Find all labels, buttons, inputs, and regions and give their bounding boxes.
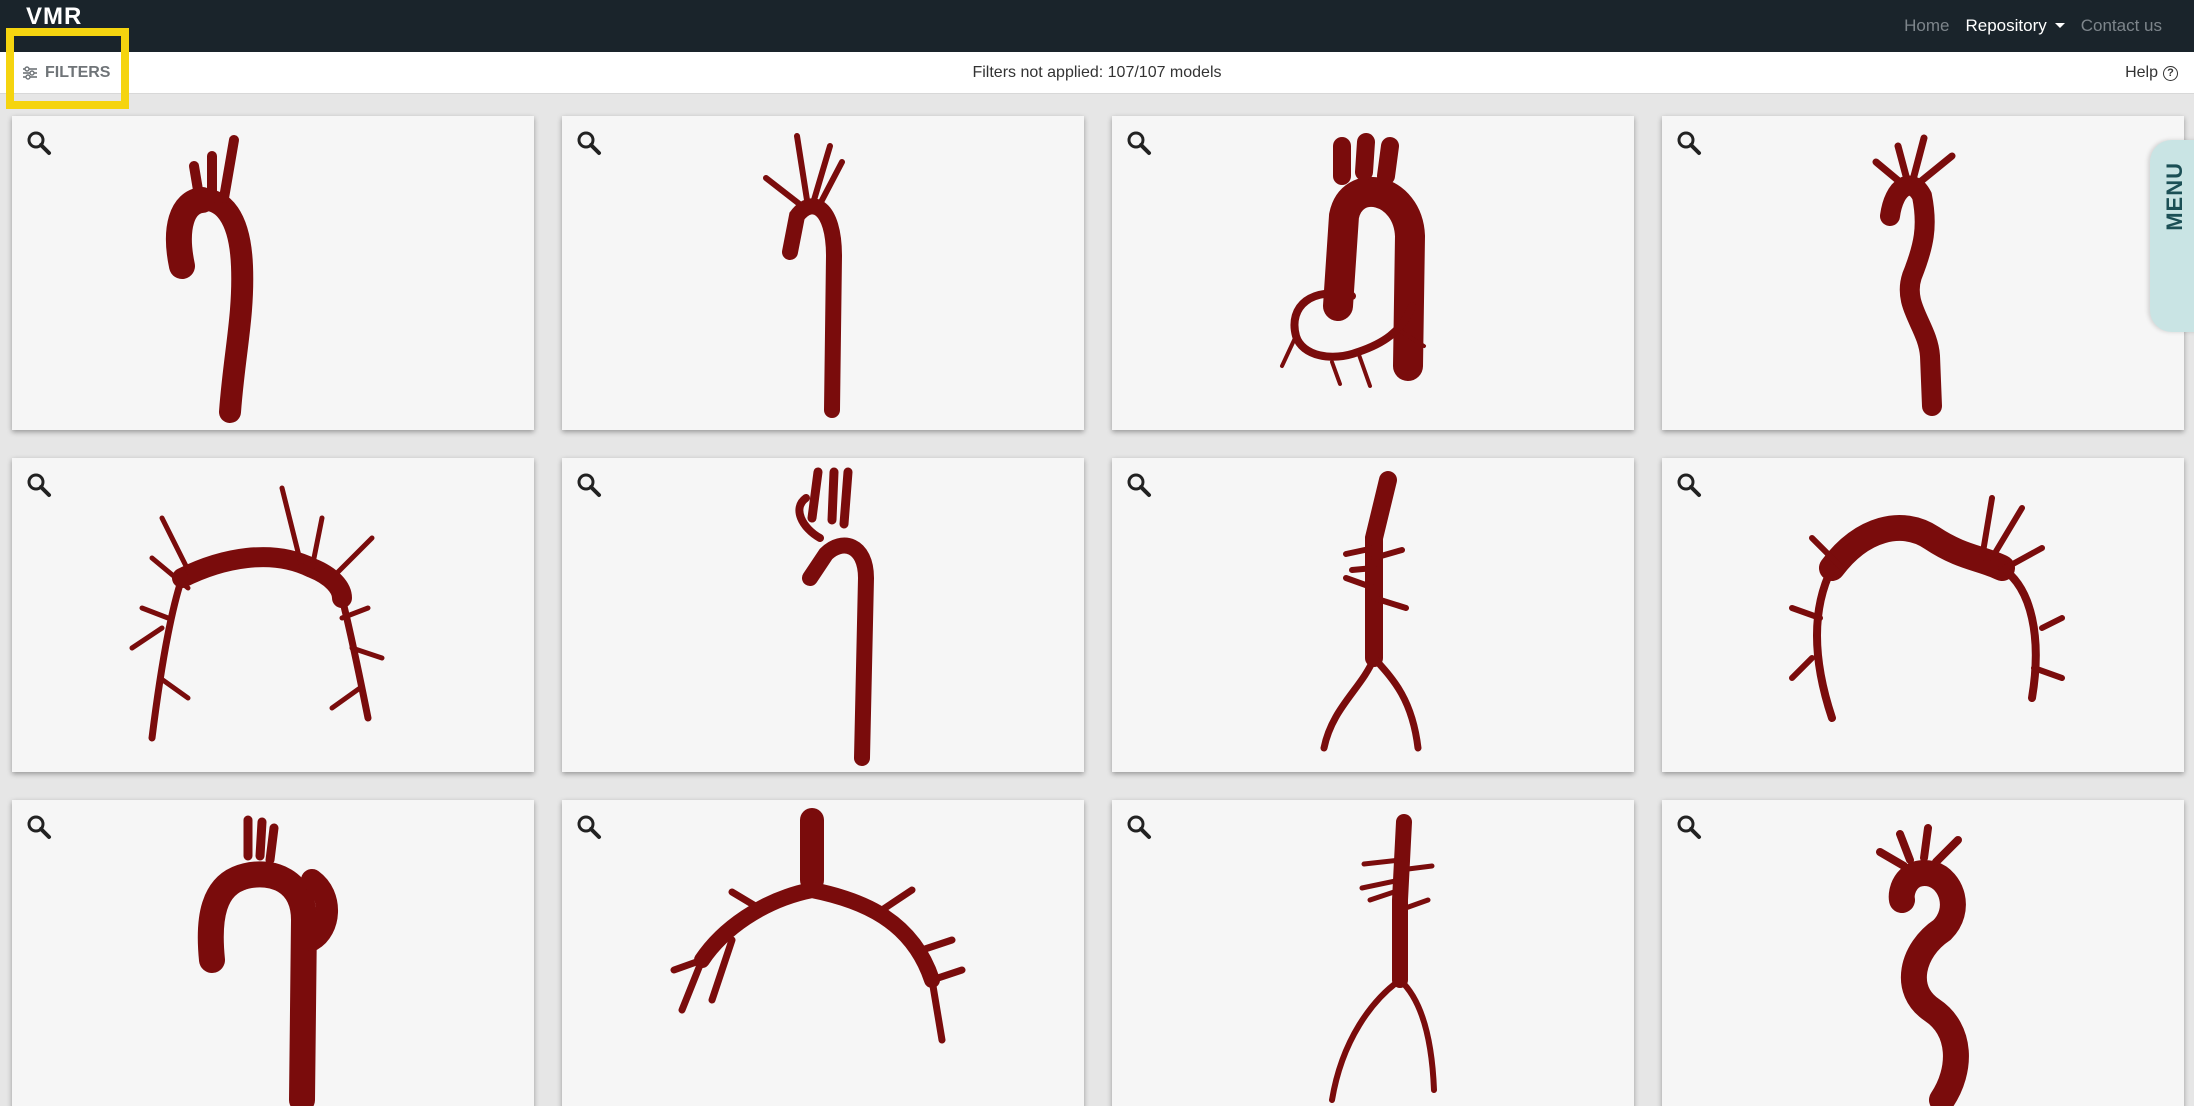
abdominal-aorta-model xyxy=(1320,471,1422,752)
filter-bar: FILTERS Filters not applied: 107/107 mod… xyxy=(0,52,2194,94)
model-card[interactable] xyxy=(562,116,1084,430)
menu-tab[interactable]: MENU xyxy=(2150,140,2194,332)
aortic-arch-model xyxy=(795,467,875,766)
model-card[interactable] xyxy=(1112,800,1634,1106)
filter-status: Filters not applied: 107/107 models xyxy=(972,64,1222,81)
model-card[interactable] xyxy=(1662,116,2184,430)
nav-home[interactable]: Home xyxy=(1904,16,1949,36)
abdominal-aorta-model xyxy=(1329,814,1437,1103)
nav-links: Home Repository Contact us xyxy=(1904,0,2162,52)
model-card[interactable] xyxy=(1112,116,1634,430)
aorta-model xyxy=(1872,134,1956,416)
nav-repository[interactable]: Repository xyxy=(1965,16,2065,36)
model-card[interactable] xyxy=(1662,458,2184,772)
pulmonary-tree-model xyxy=(129,485,385,742)
aortic-arch-model xyxy=(197,815,338,1106)
menu-tab-label: MENU xyxy=(2162,162,2187,231)
filters-button[interactable]: FILTERS xyxy=(22,52,110,94)
model-card[interactable] xyxy=(562,458,1084,772)
pulmonary-arteries-model xyxy=(1789,495,2065,722)
help-label: Help xyxy=(2125,64,2158,81)
aortic-arch-model xyxy=(166,135,254,423)
help-icon: ? xyxy=(2163,65,2178,81)
model-card[interactable] xyxy=(562,800,1084,1106)
filters-label: FILTERS xyxy=(45,64,111,81)
model-card[interactable] xyxy=(1112,458,1634,772)
top-navbar: VMR Home Repository Contact us xyxy=(0,0,2194,52)
sliders-icon xyxy=(23,66,37,80)
chevron-down-icon xyxy=(2054,23,2065,28)
aorta-s-curve-model xyxy=(1876,824,1969,1106)
model-card[interactable] xyxy=(12,116,534,430)
nav-contact[interactable]: Contact us xyxy=(2081,16,2162,36)
model-card[interactable] xyxy=(1662,800,2184,1106)
aortic-arch-model xyxy=(1280,133,1426,388)
help-link[interactable]: Help ? xyxy=(2125,52,2178,94)
pulmonary-bifurcation-model xyxy=(670,808,966,1044)
model-card[interactable] xyxy=(12,800,534,1106)
brand-logo[interactable]: VMR xyxy=(26,0,82,24)
aortic-arch-model xyxy=(763,133,845,418)
model-card[interactable] xyxy=(12,458,534,772)
nav-repository-label: Repository xyxy=(1965,16,2047,35)
